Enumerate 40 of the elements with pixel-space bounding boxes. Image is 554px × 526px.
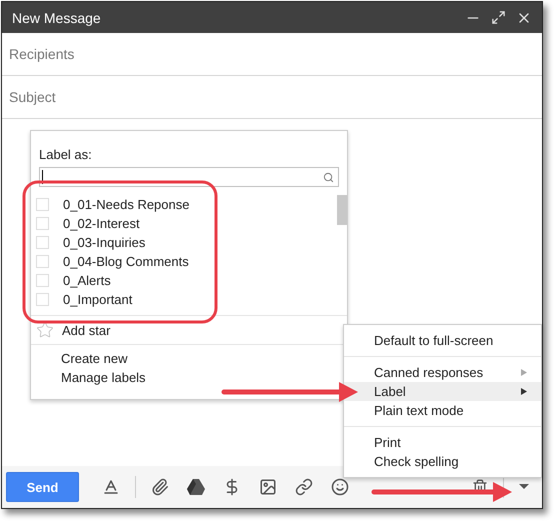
expand-icon[interactable] <box>491 10 506 24</box>
image-icon[interactable] <box>259 478 277 496</box>
submenu-arrow-icon <box>521 369 527 376</box>
submenu-arrow-icon <box>521 388 527 395</box>
label-action[interactable]: Manage labels <box>61 370 347 389</box>
label-action[interactable]: Create new <box>61 351 347 370</box>
smiley-icon[interactable] <box>331 478 349 496</box>
checkbox[interactable] <box>36 236 49 249</box>
checkbox[interactable] <box>36 255 49 268</box>
label-option[interactable]: 0_04-Blog Comments <box>63 254 189 269</box>
recipients-field[interactable]: Recipients <box>2 33 542 76</box>
add-star-option[interactable]: Add star <box>62 322 110 338</box>
label-option[interactable]: 0_Alerts <box>63 273 111 288</box>
checkbox[interactable] <box>36 198 49 211</box>
popup-heading: Label as: <box>38 146 93 164</box>
drive-icon[interactable] <box>187 479 205 495</box>
label-option[interactable]: 0_02-Interest <box>63 216 140 231</box>
menu-item[interactable]: Default to full-screen <box>344 331 541 350</box>
search-icon <box>323 172 334 182</box>
menu-item[interactable]: Check spelling <box>344 452 541 471</box>
link-icon[interactable] <box>295 478 313 496</box>
label-option[interactable]: 0_Important <box>63 292 132 307</box>
checkbox[interactable] <box>36 293 49 306</box>
subject-field[interactable]: Subject <box>2 76 542 119</box>
label-option[interactable]: 0_03-Inquiries <box>63 235 146 250</box>
checkbox[interactable] <box>36 217 49 230</box>
menu-item[interactable]: Canned responses <box>344 363 541 382</box>
text-format-icon[interactable] <box>102 478 120 496</box>
checkbox[interactable] <box>36 274 49 287</box>
window-title: New Message <box>12 10 101 26</box>
send-button[interactable]: Send <box>6 472 79 502</box>
star-icon <box>36 321 54 339</box>
paperclip-icon[interactable] <box>151 478 169 496</box>
scrollbar-thumb[interactable] <box>337 195 347 225</box>
label-search-field[interactable] <box>39 167 339 187</box>
menu-item[interactable]: Label <box>344 382 541 401</box>
menu-item[interactable]: Plain text mode <box>344 401 541 420</box>
caret-icon[interactable] <box>519 484 529 490</box>
label-option[interactable]: 0_01-Needs Reponse <box>63 197 190 212</box>
menu-item[interactable]: Print <box>344 433 541 452</box>
